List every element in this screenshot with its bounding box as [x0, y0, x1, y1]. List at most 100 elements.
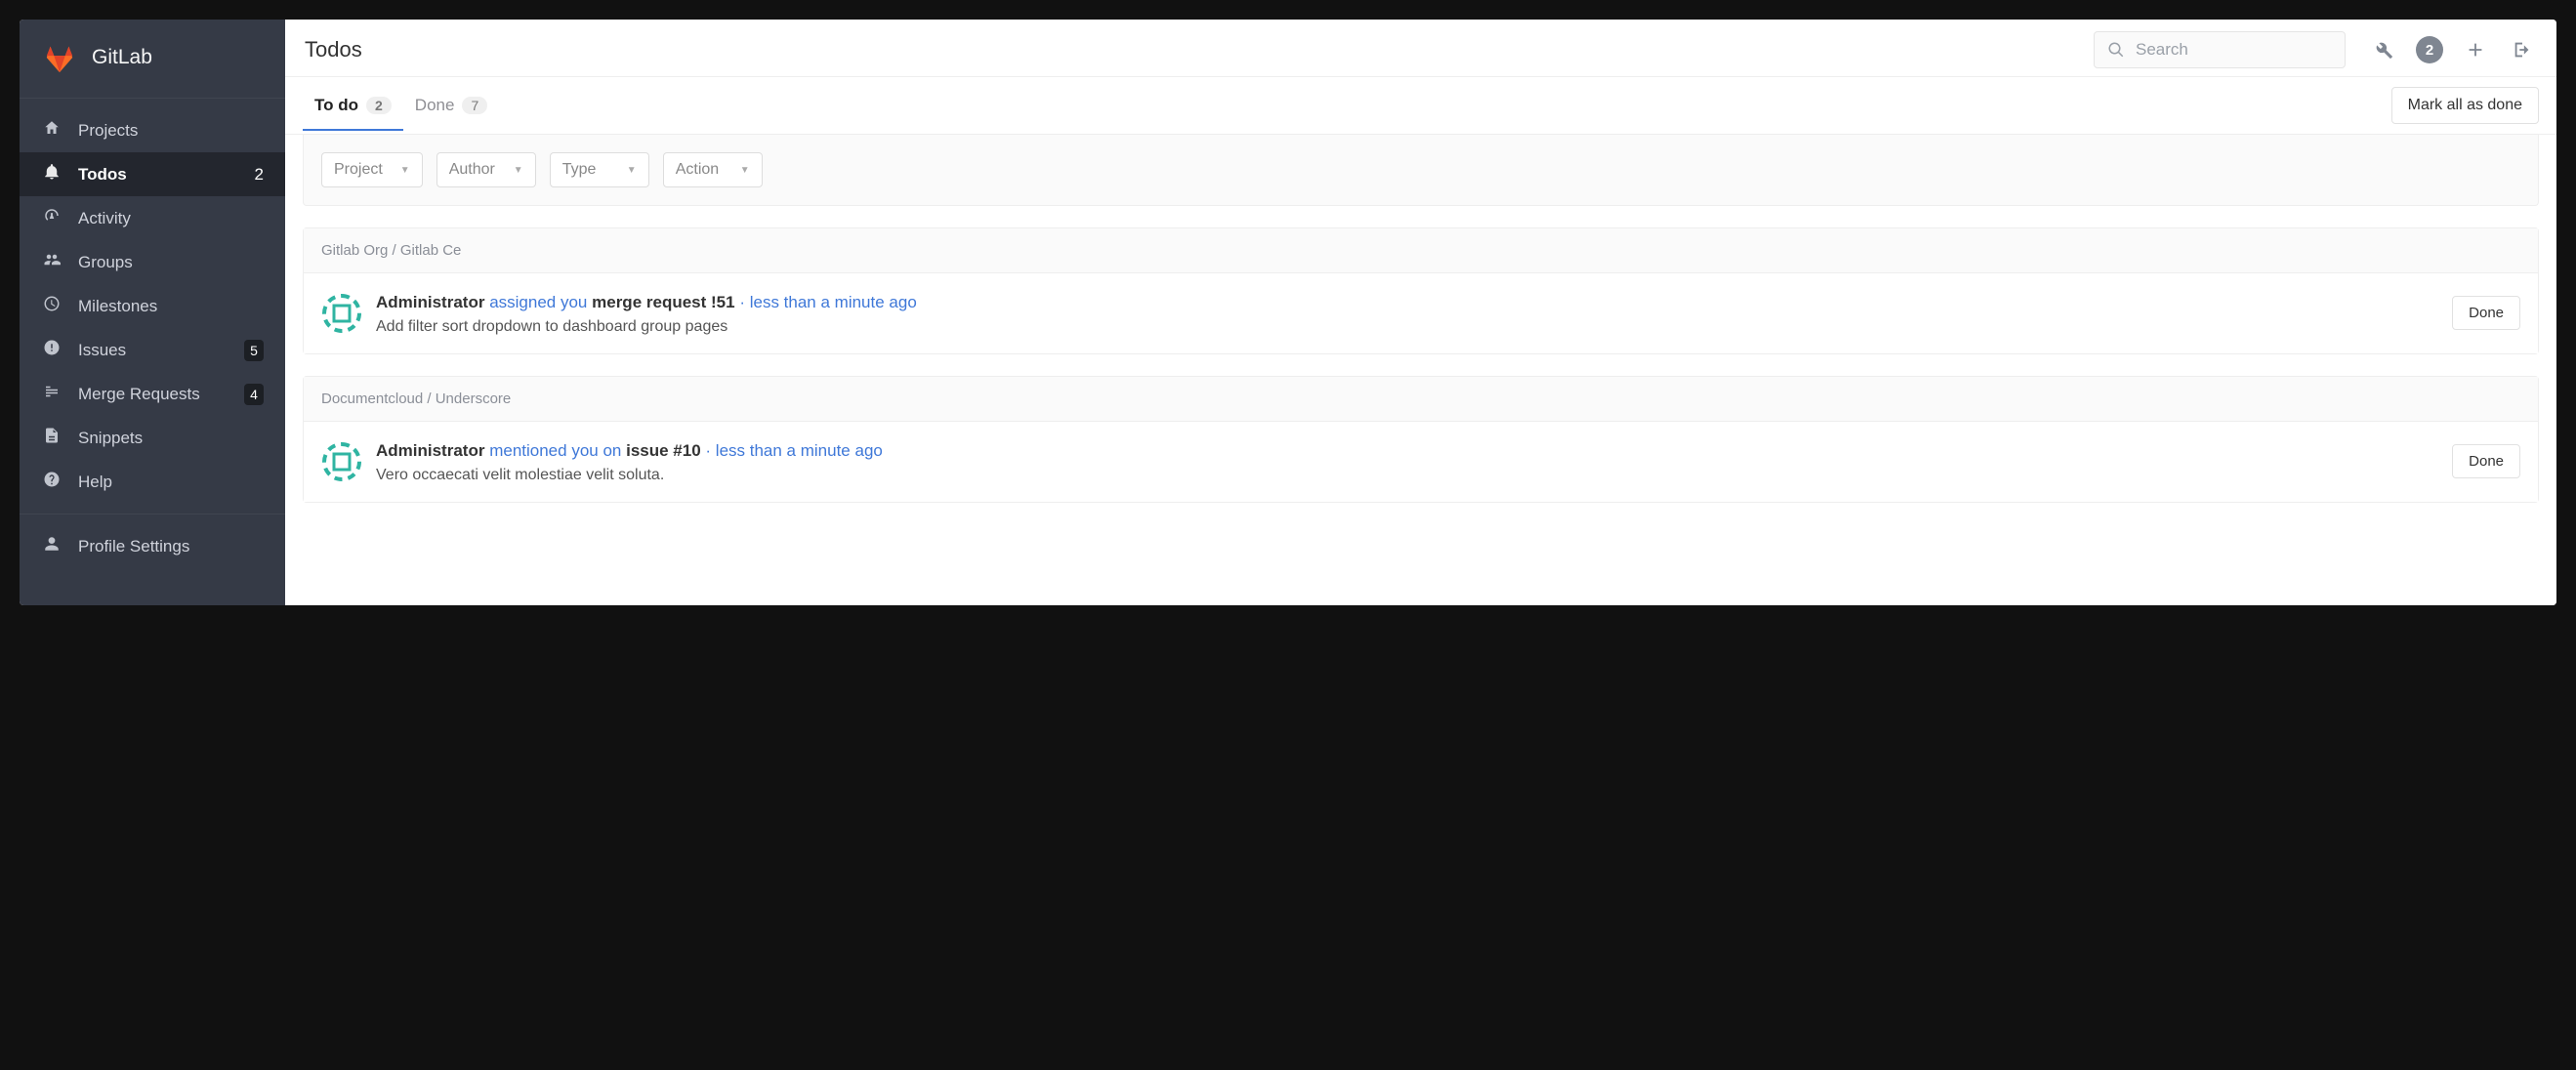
tab-todo-label: To do	[314, 96, 358, 115]
sidebar-item-count: 2	[255, 164, 264, 185]
dashboard-icon	[41, 207, 62, 229]
admin-wrench-icon[interactable]	[2369, 35, 2398, 64]
tab-row: To do 2 Done 7 Mark all as done	[285, 77, 2556, 135]
sidebar-item-snippets[interactable]: Snippets	[20, 416, 285, 460]
sidebar-item-label: Groups	[78, 253, 264, 272]
todo-title: Administrator assigned you merge request…	[376, 291, 2452, 314]
done-button[interactable]: Done	[2452, 444, 2520, 478]
todo-time: less than a minute ago	[716, 441, 883, 460]
sidebar-item-count: 5	[244, 340, 264, 361]
avatar	[321, 441, 362, 482]
sidebar-item-count: 4	[244, 384, 264, 405]
chevron-down-icon: ▼	[740, 165, 750, 176]
home-icon	[41, 119, 62, 142]
sidebar-nav-secondary: Profile Settings	[20, 514, 285, 578]
chevron-down-icon: ▼	[627, 165, 637, 176]
todo-group: Gitlab Org / Gitlab Ce Administrator assi…	[303, 227, 2539, 354]
main: Todos 2 To do 2 Done 7 Mark	[285, 20, 2556, 605]
user-icon	[41, 535, 62, 557]
todo-author[interactable]: Administrator	[376, 293, 484, 311]
todo-target[interactable]: merge request !51	[592, 293, 734, 311]
question-icon	[41, 471, 62, 493]
sidebar-nav: Projects Todos2 Activity Groups Milestones Is…	[20, 99, 285, 514]
todo-group-header[interactable]: Gitlab Org / Gitlab Ce	[304, 228, 2538, 273]
filter-action-label: Action	[676, 161, 719, 179]
sidebar-item-merge-requests[interactable]: Merge Requests4	[20, 372, 285, 416]
todo-groups: Gitlab Org / Gitlab Ce Administrator assi…	[303, 227, 2539, 503]
new-plus-icon[interactable]	[2461, 35, 2490, 64]
todos-count-badge[interactable]: 2	[2416, 36, 2443, 63]
todo-action: mentioned you on	[489, 441, 621, 460]
sidebar-item-projects[interactable]: Projects	[20, 108, 285, 152]
content-area: Project ▼ Author ▼ Type ▼ Action ▼ Gitla…	[285, 135, 2556, 522]
page-title: Todos	[305, 37, 362, 62]
todo-group-header[interactable]: Documentcloud / Underscore	[304, 377, 2538, 422]
tab-done[interactable]: Done 7	[403, 80, 499, 131]
bell-icon	[41, 163, 62, 185]
filter-type-label: Type	[562, 161, 597, 179]
filter-project-label: Project	[334, 161, 383, 179]
merge-icon	[41, 383, 62, 405]
todo-body: Administrator mentioned you on issue #10…	[376, 439, 2452, 484]
filter-project-dropdown[interactable]: Project ▼	[321, 152, 423, 187]
sidebar-item-label: Issues	[78, 341, 244, 360]
sidebar-item-groups[interactable]: Groups	[20, 240, 285, 284]
mark-all-done-button[interactable]: Mark all as done	[2391, 87, 2539, 124]
sidebar: GitLab Projects Todos2 Activity Groups Miles…	[20, 20, 285, 605]
todo-description: Vero occaecati velit molestiae velit sol…	[376, 467, 2452, 484]
sign-out-icon[interactable]	[2508, 35, 2537, 64]
todo-group: Documentcloud / Underscore Administrator …	[303, 376, 2539, 503]
top-actions: 2	[2369, 35, 2537, 64]
sidebar-item-label: Merge Requests	[78, 385, 244, 404]
sidebar-item-help[interactable]: Help	[20, 460, 285, 504]
filter-author-dropdown[interactable]: Author ▼	[436, 152, 536, 187]
sidebar-item-label: Todos	[78, 165, 255, 185]
search-icon	[2107, 41, 2125, 59]
topbar: Todos 2	[285, 20, 2556, 77]
exclaim-icon	[41, 339, 62, 361]
done-button[interactable]: Done	[2452, 296, 2520, 330]
sidebar-item-issues[interactable]: Issues5	[20, 328, 285, 372]
sidebar-item-todos[interactable]: Todos2	[20, 152, 285, 196]
dot-separator: ·	[739, 293, 745, 311]
sidebar-item-label: Milestones	[78, 297, 264, 316]
group-icon	[41, 251, 62, 273]
tab-done-label: Done	[415, 96, 455, 115]
sidebar-item-profile-settings[interactable]: Profile Settings	[20, 524, 285, 568]
filter-type-dropdown[interactable]: Type ▼	[550, 152, 649, 187]
tab-done-count: 7	[462, 97, 487, 114]
dot-separator: ·	[705, 441, 711, 460]
snippet-icon	[41, 427, 62, 449]
todo-body: Administrator assigned you merge request…	[376, 291, 2452, 336]
todo-time: less than a minute ago	[750, 293, 917, 311]
search-box	[2094, 31, 2346, 68]
todo-title: Administrator mentioned you on issue #10…	[376, 439, 2452, 463]
chevron-down-icon: ▼	[514, 165, 523, 176]
filter-action-dropdown[interactable]: Action ▼	[663, 152, 763, 187]
filter-bar: Project ▼ Author ▼ Type ▼ Action ▼	[303, 135, 2539, 206]
app-frame: GitLab ProjectsTodos2ActivityGroupsMiles…	[20, 20, 2556, 605]
gitlab-logo-icon	[41, 39, 78, 76]
sidebar-item-label: Projects	[78, 121, 264, 141]
sidebar-item-milestones[interactable]: Milestones	[20, 284, 285, 328]
filter-author-label: Author	[449, 161, 495, 179]
todo-action: assigned you	[489, 293, 587, 311]
todo-author[interactable]: Administrator	[376, 441, 484, 460]
tab-todo[interactable]: To do 2	[303, 80, 403, 131]
search-input[interactable]	[2094, 31, 2346, 68]
tab-todo-count: 2	[366, 97, 392, 114]
todo-target[interactable]: issue #10	[626, 441, 701, 460]
sidebar-item-label: Activity	[78, 209, 264, 228]
clock-icon	[41, 295, 62, 317]
todo-description: Add filter sort dropdown to dashboard gr…	[376, 318, 2452, 336]
sidebar-header[interactable]: GitLab	[20, 20, 285, 99]
chevron-down-icon: ▼	[400, 165, 410, 176]
sidebar-item-label: Snippets	[78, 429, 264, 448]
sidebar-item-label: Profile Settings	[78, 537, 264, 556]
todo-item[interactable]: Administrator mentioned you on issue #10…	[304, 422, 2538, 502]
todo-item[interactable]: Administrator assigned you merge request…	[304, 273, 2538, 353]
brand-title: GitLab	[92, 46, 152, 69]
sidebar-item-activity[interactable]: Activity	[20, 196, 285, 240]
avatar	[321, 293, 362, 334]
sidebar-item-label: Help	[78, 473, 264, 492]
